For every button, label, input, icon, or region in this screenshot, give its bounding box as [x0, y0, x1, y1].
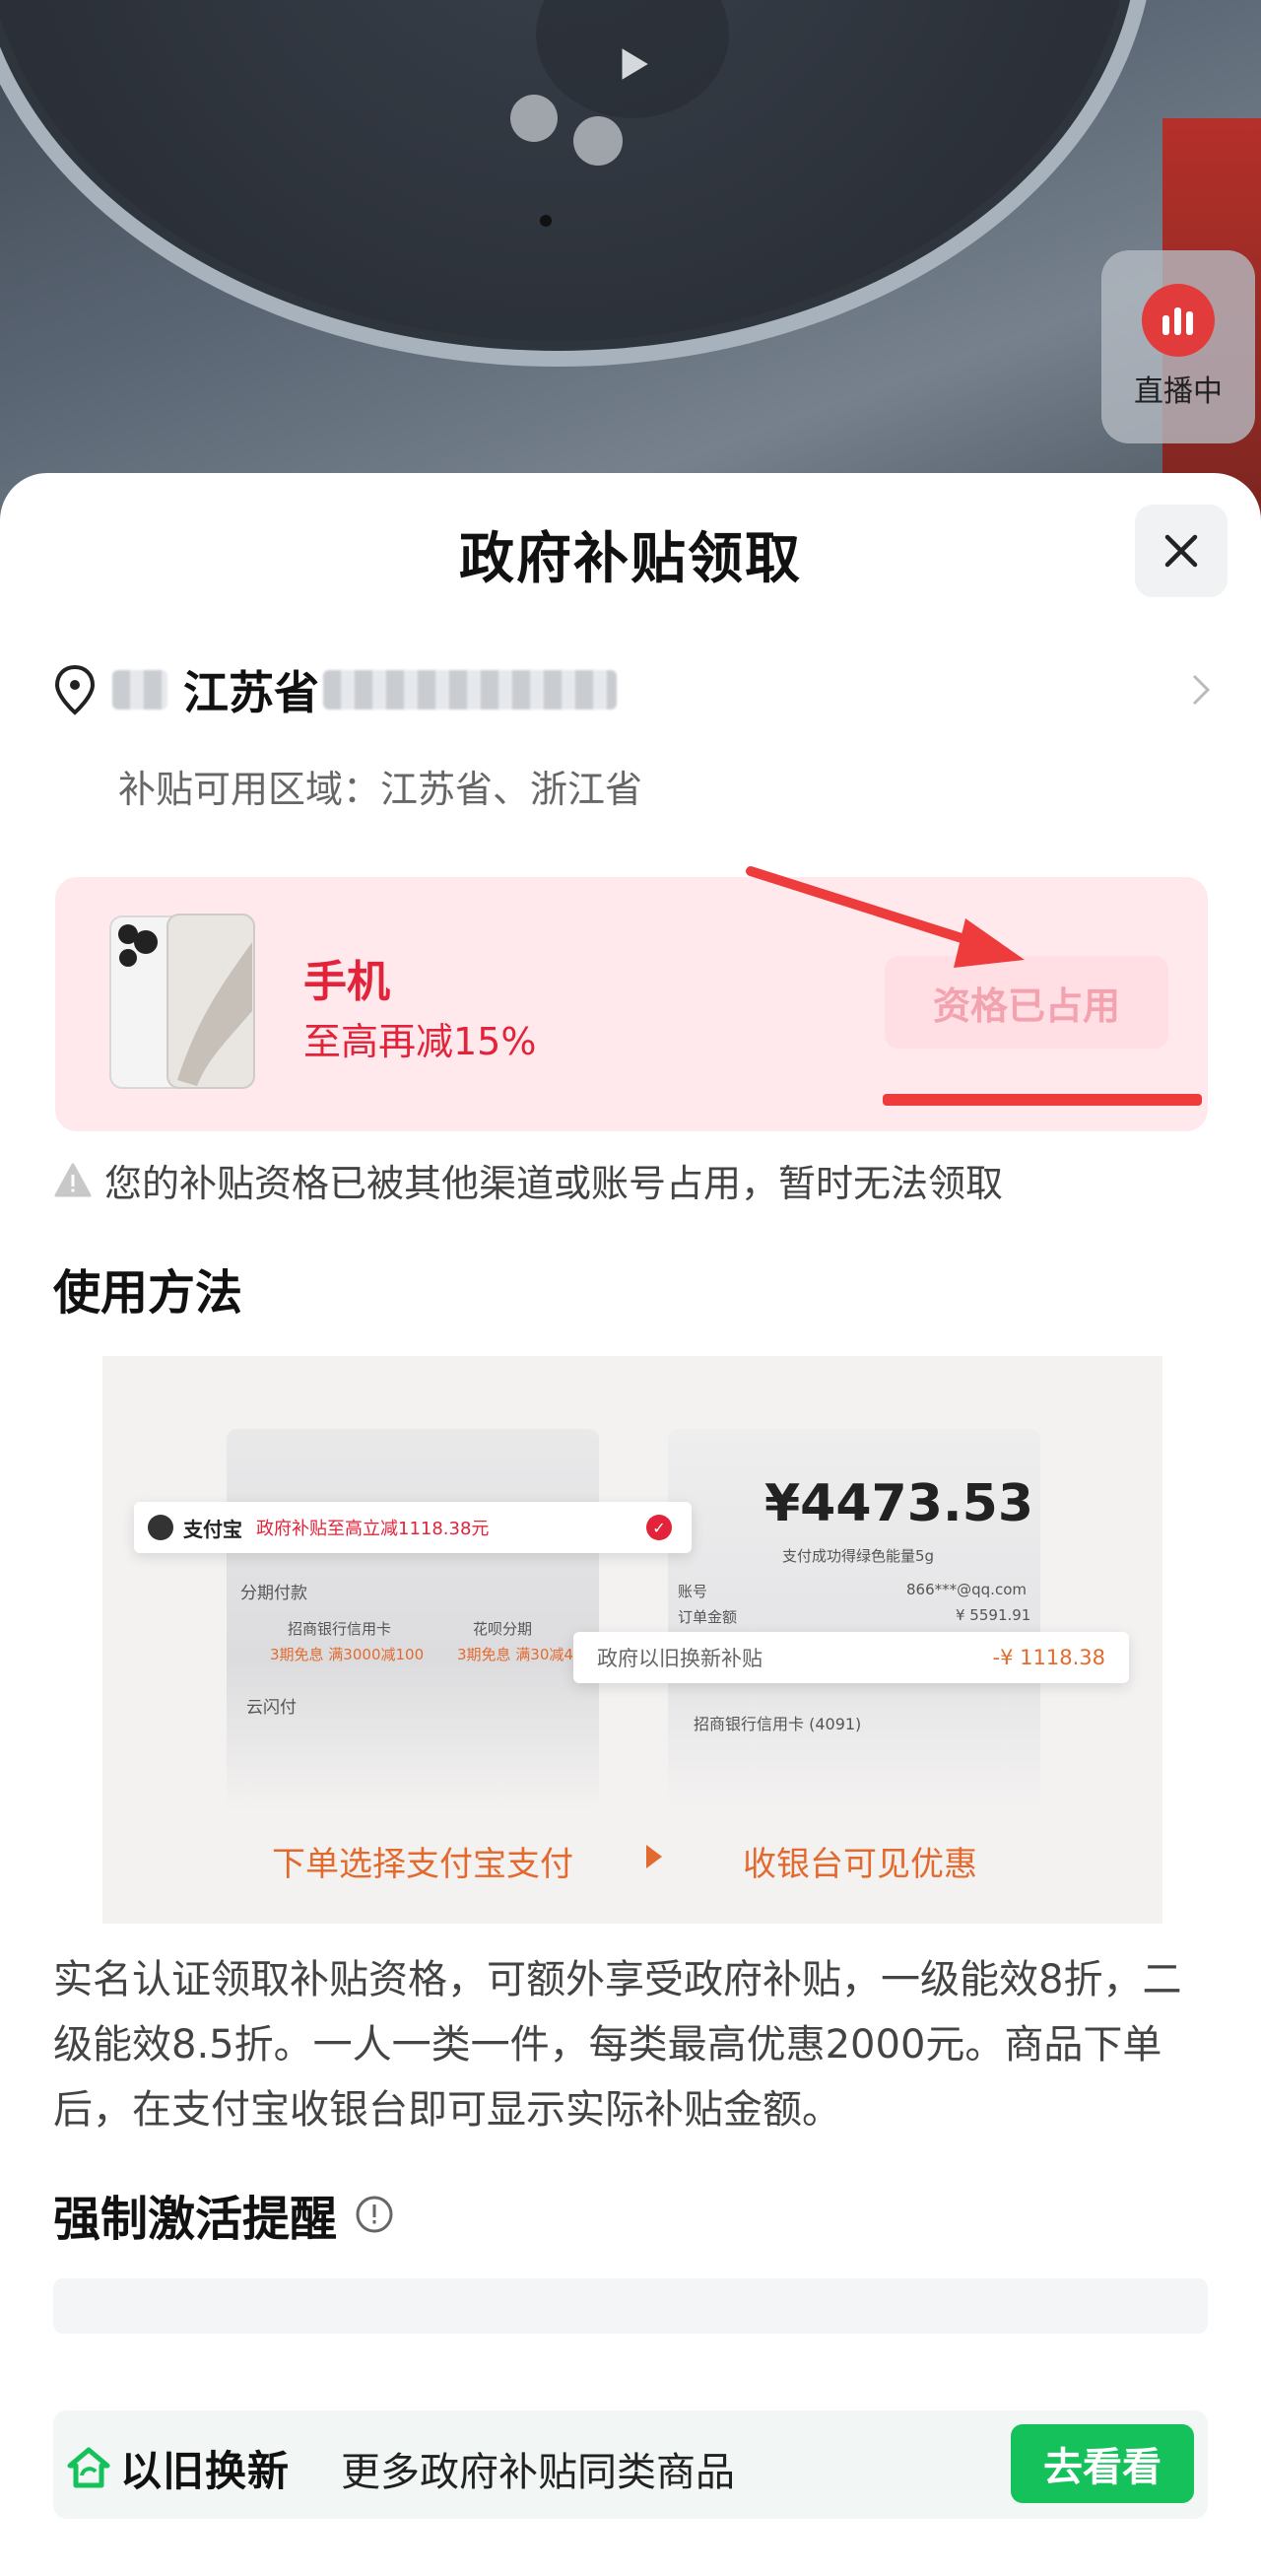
subsidy-card: 手机 至高再减15% 资格已占用: [55, 877, 1208, 1131]
usage-description: 实名认证领取补贴资格，可额外享受政府补贴，一级能效8折，二级能效8.5折。一人一…: [53, 1957, 1182, 2133]
chevron-right-icon: [1192, 674, 1211, 706]
alipay-label: 支付宝: [183, 1517, 242, 1541]
camera-mic-dot: [540, 215, 552, 227]
discount-text: 至高再减15%: [303, 1020, 537, 1063]
step-two: 收银台可见优惠: [743, 1845, 977, 1884]
alipay-promo: 政府补贴至高立减1118.38元: [256, 1519, 490, 1539]
installment-label: 分期付款: [240, 1584, 307, 1603]
usage-illustration: 支付宝 政府补贴至高立减1118.38元 ✓ 分期付款 招商银行信用卡 3期免息…: [102, 1356, 1162, 1924]
subsidy-line-label: 政府以旧换新补贴: [597, 1647, 763, 1670]
usage-heading: 使用方法: [53, 1265, 243, 1321]
step-one: 下单选择支付宝支付: [272, 1845, 573, 1884]
close-button[interactable]: [1135, 505, 1228, 597]
check-icon: ✓: [646, 1515, 672, 1540]
energy-note: 支付成功得绿色能量5g: [782, 1547, 935, 1565]
location-pin-icon: [54, 664, 96, 715]
redacted-address: [323, 670, 617, 710]
category-title: 手机: [303, 957, 390, 1007]
order-label: 订单金额: [678, 1608, 738, 1626]
address-selector[interactable]: 江苏省: [53, 660, 1216, 719]
sheet-title: 政府补贴领取: [459, 527, 802, 591]
card-label: 招商银行信用卡 (4091): [694, 1715, 862, 1733]
account-value: 866***@qq.com: [906, 1581, 1027, 1598]
trade-in-logo-text: 以旧换新: [120, 2447, 291, 2495]
phone-product-image: [109, 914, 255, 1089]
huabei-promo: 3期免息 满30减4: [457, 1646, 573, 1663]
address-province: 江苏省: [183, 666, 319, 719]
live-badge[interactable]: 直播中: [1101, 250, 1255, 443]
reminder-content: [53, 2278, 1208, 2334]
alipay-icon: [148, 1515, 173, 1540]
order-value: ¥ 5591.91: [956, 1606, 1031, 1624]
subsidy-line: 政府以旧换新补贴 -¥ 1118.38: [573, 1632, 1129, 1683]
cmb-promo: 3期免息 满3000减100: [270, 1646, 425, 1663]
illustration-screen-left: [227, 1429, 599, 1813]
payment-amount: ¥4473.53: [764, 1474, 1034, 1533]
cloudpay-label: 云闪付: [246, 1698, 297, 1718]
reminder-heading: 强制激活提醒: [53, 2180, 394, 2249]
close-icon: [1164, 534, 1198, 568]
alipay-option: 支付宝 政府补贴至高立减1118.38元 ✓: [134, 1502, 692, 1553]
redacted-name: [112, 670, 167, 710]
trade-in-text: 更多政府补贴同类商品: [341, 2450, 735, 2495]
available-area: 补贴可用区域：江苏省、浙江省: [118, 768, 643, 811]
camera-flash: [510, 95, 558, 142]
subsidy-line-value: -¥ 1118.38: [992, 1646, 1105, 1669]
camera-sensor: [573, 116, 623, 166]
play-icon: [622, 48, 648, 80]
trade-in-banner[interactable]: 以旧换新 更多政府补贴同类商品 去看看: [53, 2410, 1208, 2519]
go-see-button[interactable]: 去看看: [1011, 2424, 1194, 2503]
refresh-house-icon: [67, 2447, 110, 2487]
video-background: [0, 0, 1261, 552]
trade-in-logo: 以旧换新: [65, 2438, 290, 2498]
claim-status-button[interactable]: 资格已占用: [885, 956, 1168, 1049]
warning-icon: [54, 1163, 92, 1196]
live-label: 直播中: [1134, 374, 1223, 409]
huabei-label: 花呗分期: [473, 1620, 533, 1638]
account-label: 账号: [678, 1583, 708, 1600]
step-arrow-icon: [646, 1845, 662, 1868]
live-bars-icon: [1142, 284, 1215, 357]
reminder-heading-text: 强制激活提醒: [53, 2192, 338, 2247]
warning-text: 您的补贴资格已被其他渠道或账号占用，暂时无法领取: [104, 1162, 1004, 1205]
info-icon[interactable]: [355, 2195, 394, 2234]
cmb-label: 招商银行信用卡: [288, 1620, 392, 1638]
warning-notice: 您的补贴资格已被其他渠道或账号占用，暂时无法领取: [53, 1153, 1003, 1207]
subsidy-sheet: 政府补贴领取 江苏省 补贴可用区域：江苏省、浙江省 手机 至高再减15% 资格已…: [0, 473, 1261, 2576]
